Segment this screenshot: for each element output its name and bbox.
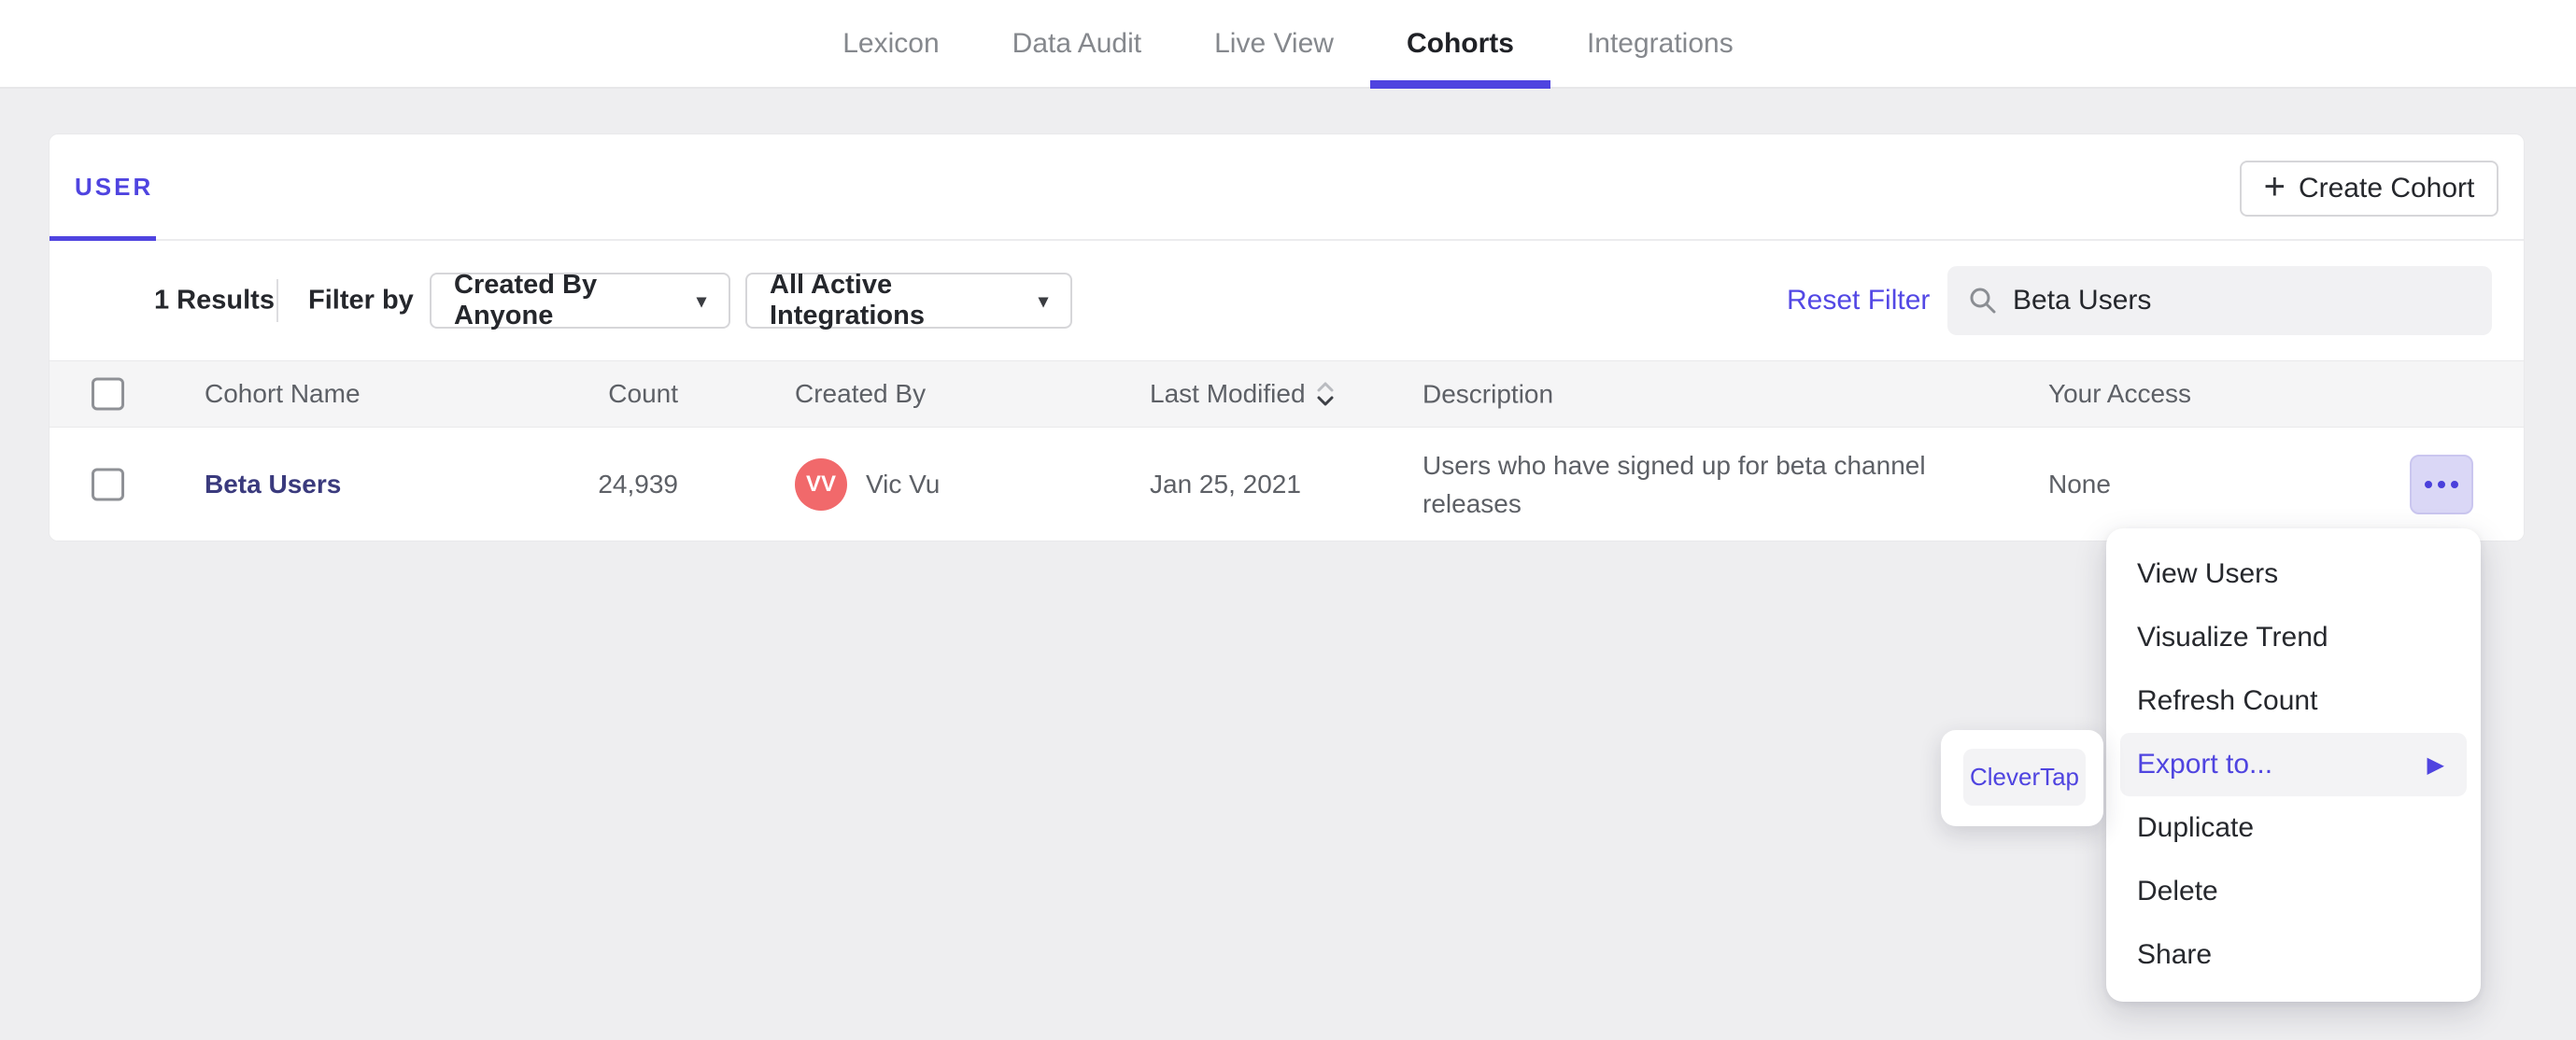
- search-input[interactable]: [2013, 285, 2471, 316]
- integrations-dropdown[interactable]: All Active Integrations ▾: [745, 270, 1072, 330]
- menu-item-view-users[interactable]: View Users: [2120, 542, 2467, 606]
- card-tabs-row: USER + Create Cohort: [50, 134, 2524, 241]
- menu-item-delete[interactable]: Delete: [2120, 860, 2467, 923]
- header-your-access: Your Access: [2048, 379, 2192, 408]
- filter-bar: 1 Results Filter by Created By Anyone ▾ …: [50, 241, 2524, 360]
- menu-item-visualize-trend[interactable]: Visualize Trend: [2120, 606, 2467, 669]
- tab-cohorts-label: Cohorts: [1406, 27, 1514, 59]
- tab-user-label: USER: [75, 172, 154, 201]
- more-actions-button[interactable]: [2410, 454, 2473, 514]
- menu-item-refresh-count[interactable]: Refresh Count: [2120, 669, 2467, 733]
- your-access-value: None: [2048, 469, 2111, 499]
- row-context-menu: View Users Visualize Trend Refresh Count…: [2106, 528, 2481, 1002]
- row-checkbox[interactable]: [92, 468, 124, 500]
- caret-down-icon: ▾: [696, 290, 706, 312]
- more-icon: [2438, 480, 2445, 488]
- submenu-item-clevertap[interactable]: CleverTap: [1963, 749, 2086, 806]
- header-last-modified-label: Last Modified: [1150, 379, 1306, 408]
- menu-item-duplicate[interactable]: Duplicate: [2120, 796, 2467, 860]
- cohort-description: Users who have signed up for beta channe…: [1422, 450, 1926, 518]
- sort-icon: [1317, 382, 1334, 406]
- header-cohort-name: Cohort Name: [205, 379, 361, 408]
- tab-cohorts[interactable]: Cohorts: [1369, 0, 1550, 89]
- tab-live-view-label: Live View: [1214, 27, 1334, 59]
- menu-item-export-to[interactable]: Export to... ▶: [2120, 733, 2467, 796]
- created-by-dropdown[interactable]: Created By Anyone ▾: [430, 270, 730, 330]
- header-count: Count: [608, 379, 678, 408]
- tab-lexicon[interactable]: Lexicon: [806, 0, 975, 87]
- search-box: [1947, 266, 2492, 335]
- tab-live-view[interactable]: Live View: [1178, 0, 1370, 87]
- filter-by-label: Filter by: [308, 285, 414, 316]
- active-tab-underline: [1369, 80, 1550, 89]
- tab-integrations[interactable]: Integrations: [1550, 0, 1770, 87]
- tab-data-audit[interactable]: Data Audit: [976, 0, 1178, 87]
- created-by-dropdown-value: Created By Anyone: [454, 270, 598, 330]
- created-by-name: Vic Vu: [866, 469, 941, 499]
- cohorts-page: Lexicon Data Audit Live View Cohorts Int…: [0, 0, 2576, 1040]
- create-cohort-label: Create Cohort: [2298, 173, 2475, 204]
- avatar: VV: [795, 457, 847, 511]
- integrations-dropdown-value: All Active Integrations: [770, 270, 925, 330]
- caret-down-icon: ▾: [1038, 290, 1048, 312]
- cohorts-card: USER + Create Cohort 1 Results Filter by…: [49, 134, 2525, 541]
- submenu-arrow-icon: ▶: [2427, 752, 2444, 778]
- tab-integrations-label: Integrations: [1586, 27, 1734, 59]
- table-row: Beta Users 24,939 VV Vic Vu Jan 25, 2021…: [50, 427, 2524, 541]
- more-icon: [2425, 480, 2432, 488]
- header-description: Description: [1422, 379, 1554, 409]
- table-header: Cohort Name Count Created By Last Modifi…: [50, 360, 2524, 427]
- cohort-name-link[interactable]: Beta Users: [205, 470, 341, 499]
- select-all-checkbox[interactable]: [92, 377, 124, 411]
- header-last-modified[interactable]: Last Modified: [1150, 378, 1336, 410]
- tab-lexicon-label: Lexicon: [842, 27, 940, 59]
- create-cohort-button[interactable]: + Create Cohort: [2240, 161, 2498, 217]
- cohort-count: 24,939: [598, 469, 678, 499]
- filter-divider: [276, 279, 278, 322]
- more-icon: [2451, 480, 2458, 488]
- tab-user[interactable]: USER: [50, 134, 156, 241]
- plus-icon: +: [2263, 166, 2286, 207]
- search-icon: [1970, 288, 1996, 314]
- results-count: 1 Results: [154, 285, 275, 316]
- header-created-by: Created By: [795, 379, 927, 408]
- last-modified-date: Jan 25, 2021: [1150, 469, 1301, 499]
- menu-item-export-to-label: Export to...: [2137, 749, 2273, 780]
- top-nav: Lexicon Data Audit Live View Cohorts Int…: [0, 0, 2576, 89]
- tab-data-audit-label: Data Audit: [1012, 27, 1142, 59]
- menu-item-share[interactable]: Share: [2120, 923, 2467, 987]
- export-submenu: CleverTap: [1941, 730, 2103, 826]
- reset-filter-link[interactable]: Reset Filter: [1787, 285, 1930, 316]
